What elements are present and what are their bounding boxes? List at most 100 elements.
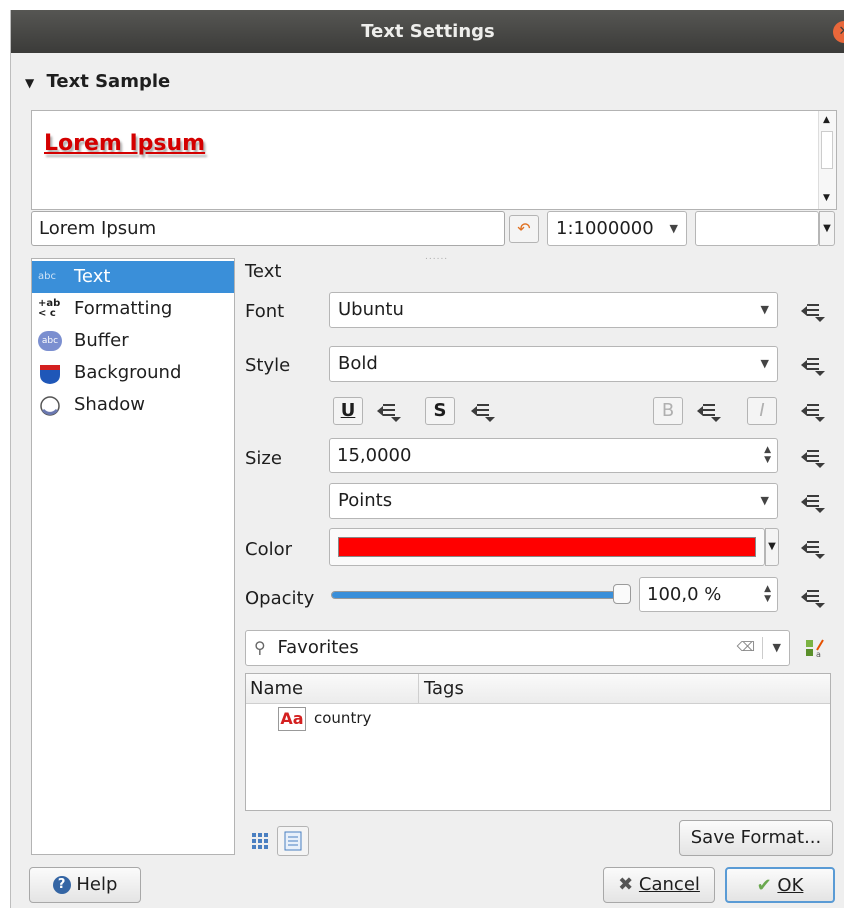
ok-button[interactable]: ✔ OK xyxy=(725,867,835,903)
style-search-combo[interactable]: ⚲ Favorites ⌫ ▼ xyxy=(245,630,790,666)
strikeout-button[interactable]: S xyxy=(425,397,455,425)
opacity-slider[interactable] xyxy=(331,591,629,599)
spin-up-icon[interactable]: ▲ xyxy=(764,585,771,594)
panel-heading: Text xyxy=(245,261,282,282)
sidebar-item-label: Text xyxy=(74,266,111,287)
color-button[interactable] xyxy=(329,528,765,566)
underline-button[interactable]: U xyxy=(333,397,363,425)
section-title: Text Sample xyxy=(46,71,171,92)
row-name: country xyxy=(314,709,372,727)
font-combo[interactable]: Ubuntu ▼ xyxy=(329,292,778,328)
clear-search-icon[interactable]: ⌫ xyxy=(737,631,755,665)
scroll-down-icon[interactable]: ▼ xyxy=(823,193,830,203)
data-defined-override-icon[interactable] xyxy=(801,446,825,468)
scroll-thumb[interactable] xyxy=(821,131,833,169)
help-button[interactable]: ? Help xyxy=(29,867,141,903)
sidebar-item-label: Shadow xyxy=(74,394,146,415)
font-label: Font xyxy=(245,301,285,322)
search-input[interactable]: Favorites xyxy=(277,637,358,658)
sidebar-item-text[interactable]: abc Text xyxy=(32,261,234,293)
cancel-button[interactable]: ✖ Cancel xyxy=(603,867,715,903)
preview-text: Lorem Ipsum xyxy=(44,131,206,156)
scroll-up-icon[interactable]: ▲ xyxy=(823,115,830,125)
sidebar-item-label: Buffer xyxy=(74,330,129,351)
size-label: Size xyxy=(245,448,282,469)
data-defined-override-icon[interactable] xyxy=(801,300,825,322)
icon-view-icon[interactable] xyxy=(249,830,271,852)
search-icon: ⚲ xyxy=(254,638,266,657)
preview-scrollbar[interactable]: ▲ ▼ xyxy=(818,111,836,209)
data-defined-override-icon[interactable] xyxy=(697,400,721,422)
size-unit-combo[interactable]: Points ▼ xyxy=(329,483,778,519)
opacity-slider-handle[interactable] xyxy=(613,584,631,604)
table-row[interactable]: Aa country xyxy=(246,704,830,734)
splitter-handle[interactable]: ...... xyxy=(425,252,448,262)
sidebar-item-formatting[interactable]: +ab < c Formatting xyxy=(32,293,234,325)
column-header-name[interactable]: Name xyxy=(250,678,303,699)
formatting-icon: +ab < c xyxy=(38,298,61,319)
cancel-label: Cancel xyxy=(638,874,700,895)
window-title: Text Settings xyxy=(361,21,495,42)
separator xyxy=(762,637,763,659)
scale-combo[interactable]: 1:1000000 ▼ xyxy=(547,211,687,246)
data-defined-override-icon[interactable] xyxy=(801,354,825,376)
chevron-down-icon: ▼ xyxy=(760,494,769,507)
data-defined-override-icon[interactable] xyxy=(801,537,825,559)
scale-value: 1:1000000 xyxy=(556,218,654,239)
table-header: Name Tags xyxy=(246,674,830,704)
buffer-icon: abc xyxy=(38,331,62,351)
color-menu-icon[interactable]: ▼ xyxy=(765,528,779,566)
help-icon: ? xyxy=(52,876,71,894)
style-value: Bold xyxy=(338,353,378,374)
size-input[interactable]: 15,0000 ▲ ▼ xyxy=(329,438,778,473)
bold-button[interactable]: B xyxy=(653,397,683,425)
column-header-tags[interactable]: Tags xyxy=(424,678,464,699)
cancel-icon: ✖ xyxy=(618,874,634,895)
save-format-button[interactable]: Save Format... xyxy=(679,820,833,856)
chevron-down-icon[interactable]: ▼ xyxy=(773,631,781,665)
column-divider[interactable] xyxy=(418,674,419,704)
chevron-down-icon: ▼ xyxy=(760,303,769,316)
sidebar-item-buffer[interactable]: abc Buffer xyxy=(32,325,234,357)
text-preview-area: Lorem Ipsum ▲ ▼ xyxy=(31,110,837,210)
close-icon[interactable]: ✕ xyxy=(833,21,844,43)
color-dropdown-icon[interactable]: ▼ xyxy=(819,211,835,246)
data-defined-override-icon[interactable] xyxy=(801,586,825,608)
ok-label: OK xyxy=(777,875,804,896)
color-label: Color xyxy=(245,539,292,560)
data-defined-override-icon[interactable] xyxy=(377,400,401,422)
title-bar: Text Settings ✕ xyxy=(11,10,844,53)
data-defined-override-icon[interactable] xyxy=(801,491,825,513)
sidebar-item-shadow[interactable]: Shadow xyxy=(32,389,234,421)
style-manager-icon[interactable]: a xyxy=(805,638,825,659)
sidebar-item-background[interactable]: Background xyxy=(32,357,234,389)
sidebar-item-label: Formatting xyxy=(74,298,173,319)
text-settings-dialog: Text Settings ✕ ▼ Text Sample Lorem Ipsu… xyxy=(10,10,844,908)
font-value: Ubuntu xyxy=(338,299,404,320)
text-sample-header[interactable]: ▼ Text Sample xyxy=(25,71,170,92)
chevron-down-icon: ▼ xyxy=(760,357,769,370)
opacity-slider-fill xyxy=(332,592,628,598)
style-combo[interactable]: Bold ▼ xyxy=(329,346,778,382)
preview-background-color[interactable] xyxy=(695,211,819,246)
data-defined-override-icon[interactable] xyxy=(471,400,495,422)
list-view-icon[interactable] xyxy=(277,826,309,856)
svg-text:a: a xyxy=(816,650,821,658)
data-defined-override-icon[interactable] xyxy=(801,400,825,422)
settings-category-list: abc Text +ab < c Formatting abc Buffer Ba… xyxy=(31,258,235,855)
collapse-triangle-icon[interactable]: ▼ xyxy=(25,76,34,90)
spin-down-icon[interactable]: ▼ xyxy=(764,595,771,604)
sample-text-input[interactable]: Lorem Ipsum xyxy=(31,211,505,246)
help-label: Help xyxy=(76,874,118,895)
opacity-input[interactable]: 100,0 % ▲ ▼ xyxy=(639,577,778,612)
opacity-value: 100,0 % xyxy=(647,584,722,605)
italic-button[interactable]: I xyxy=(747,397,777,425)
abc-text-icon: abc xyxy=(38,271,56,282)
size-value: 15,0000 xyxy=(337,445,412,466)
chevron-down-icon: ▼ xyxy=(669,222,678,235)
text-format-icon: Aa xyxy=(278,707,306,731)
spin-up-icon[interactable]: ▲ xyxy=(764,446,771,455)
unit-value: Points xyxy=(338,490,393,511)
reset-sample-icon[interactable]: ↶ xyxy=(509,215,539,243)
spin-down-icon[interactable]: ▼ xyxy=(764,456,771,465)
